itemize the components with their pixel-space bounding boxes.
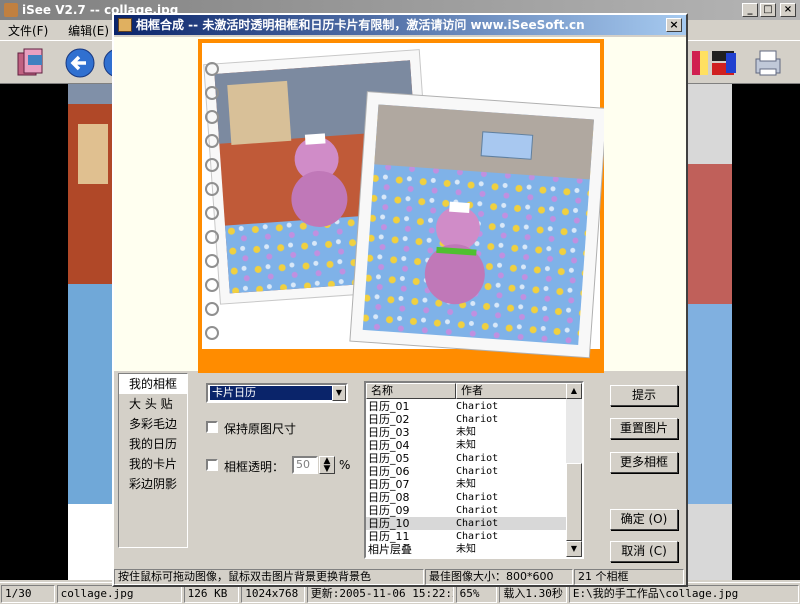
dialog-title: 相框合成 -- 未激活时透明相框和日历卡片有限制，激活请访问 www.iSeeS… (136, 18, 585, 32)
category-select-value: 卡片日历 (210, 386, 332, 400)
status-file: collage.jpg (56, 585, 182, 603)
frame-list[interactable]: 名称 作者 日历_01 Chariot 日历_02 Chariot 日历_03 未知 日历_… (364, 381, 584, 559)
frame-category-tabs: 我的相框 大 头 贴 多彩毛边 我的日历 我的卡片 彩边阴影 (118, 373, 188, 548)
opacity-checkbox[interactable] (206, 459, 218, 471)
status-path: E:\我的手工作品\collage.jpg (568, 585, 800, 603)
list-item-name: 日历_10 (368, 517, 410, 530)
status-updated: 更新:2005-11-06 15:22:24 (306, 585, 454, 603)
opacity-spinner[interactable]: ▲ ▼ (319, 456, 335, 474)
tab-my-cards[interactable]: 我的卡片 (119, 454, 187, 474)
list-item[interactable]: 日历_02 Chariot (366, 413, 568, 426)
dialog-icon (118, 18, 132, 32)
column-name[interactable]: 名称 (366, 383, 456, 399)
list-item-name: 日历_01 (368, 400, 410, 413)
list-item-author: Chariot (456, 518, 499, 529)
keep-size-checkbox[interactable] (206, 421, 218, 433)
scroll-down-icon[interactable]: ▼ (566, 541, 582, 557)
list-item-author: 未知 (456, 479, 476, 490)
tools-icon[interactable] (706, 45, 742, 81)
list-item-author: 未知 (456, 544, 476, 555)
ok-button[interactable]: 确定 (O) (610, 509, 678, 530)
frame-preview[interactable] (114, 37, 686, 373)
list-item-name: 日历_06 (368, 465, 410, 478)
keep-size-label: 保持原图尺寸 (224, 422, 297, 436)
list-item-author: Chariot (456, 492, 499, 503)
list-item[interactable]: 日历_11 Chariot (366, 530, 568, 543)
list-item[interactable]: 日历_07 未知 (366, 478, 568, 491)
list-item-author: 未知 (456, 440, 476, 451)
list-item-name: 相片层叠 (368, 543, 412, 556)
dialog-status-hint: 按住鼠标可拖动图像，鼠标双击图片背景更换背景色 (114, 569, 424, 585)
tab-color-edges[interactable]: 多彩毛边 (119, 414, 187, 434)
list-item-author: Chariot (456, 453, 499, 464)
cancel-button[interactable]: 取消 (C) (610, 541, 678, 562)
app-icon (4, 3, 18, 17)
list-item-author: Chariot (456, 505, 499, 516)
list-item-name: 日历_05 (368, 452, 410, 465)
collage-photo-left (68, 84, 116, 580)
dialog-title-bar[interactable]: 相框合成 -- 未激活时透明相框和日历卡片有限制，激活请访问 www.iSeeS… (114, 15, 686, 35)
list-item-author: Chariot (456, 531, 499, 542)
list-item[interactable]: 相片层叠 未知 (366, 543, 568, 556)
list-rows: 日历_01 Chariot 日历_02 Chariot 日历_03 未知 日历_04 未知 日历… (366, 400, 568, 556)
opacity-input[interactable]: 50 (292, 456, 318, 474)
scroll-thumb[interactable] (566, 463, 582, 541)
list-item-name: 日历_11 (368, 530, 410, 543)
reset-image-button[interactable]: 重置图片 (610, 418, 678, 439)
list-item-name: 日历_04 (368, 439, 410, 452)
close-button[interactable]: × (780, 3, 796, 17)
frame-compose-dialog: 相框合成 -- 未激活时透明相框和日历卡片有限制，激活请访问 www.iSeeS… (112, 13, 688, 587)
maximize-button[interactable]: □ (760, 3, 776, 17)
status-dimensions: 1024x768 (241, 585, 305, 603)
list-item-author: Chariot (456, 466, 499, 477)
open-folder-icon[interactable] (14, 45, 50, 81)
list-scrollbar[interactable]: ▲ ▼ (566, 383, 582, 557)
list-header: 名称 作者 (366, 383, 568, 399)
frame-preview-image[interactable] (198, 39, 604, 373)
scroll-up-icon[interactable]: ▲ (566, 383, 582, 399)
dialog-status-best-size: 最佳图像大小：800*600 (425, 569, 573, 585)
list-item[interactable]: 日历_05 Chariot (366, 452, 568, 465)
list-item[interactable]: 日历_03 未知 (366, 426, 568, 439)
status-zoom: 65% (455, 585, 498, 603)
dialog-close-button[interactable]: × (666, 18, 682, 32)
opacity-label: 相框透明： (224, 460, 285, 474)
list-item[interactable]: 日历_01 Chariot (366, 400, 568, 413)
hint-button[interactable]: 提示 (610, 385, 678, 406)
tab-photo-sticker[interactable]: 大 头 贴 (119, 394, 187, 414)
chevron-down-icon[interactable]: ▼ (332, 385, 346, 401)
tab-color-shadow[interactable]: 彩边阴影 (119, 474, 187, 494)
printer-icon[interactable] (750, 45, 786, 81)
dialog-status-bar: 按住鼠标可拖动图像，鼠标双击图片背景更换背景色 最佳图像大小：800*600 2… (114, 569, 686, 585)
list-item-name: 日历_02 (368, 413, 410, 426)
list-item-name: 日历_03 (368, 426, 410, 439)
list-item-author: Chariot (456, 401, 499, 412)
menu-file[interactable]: 文件(F) (0, 20, 56, 41)
list-item[interactable]: 日历_04 未知 (366, 439, 568, 452)
list-item-author: Chariot (456, 414, 499, 425)
list-item[interactable]: 日历_08 Chariot (366, 491, 568, 504)
list-item-name: 日历_07 (368, 478, 410, 491)
more-frames-button[interactable]: 更多相框 (610, 452, 678, 473)
list-item[interactable]: 日历_09 Chariot (366, 504, 568, 517)
opacity-unit: % (339, 458, 351, 472)
status-load-time: 载入1.30秒 (499, 585, 567, 603)
category-select[interactable]: 卡片日历 ▼ (206, 383, 348, 403)
dialog-status-count: 21 个相框 (574, 569, 684, 585)
list-item-author: 未知 (456, 427, 476, 438)
tab-my-calendar[interactable]: 我的日历 (119, 434, 187, 454)
photo-right (349, 91, 604, 359)
minimize-button[interactable]: _ (742, 3, 758, 17)
tab-my-frames[interactable]: 我的相框 (119, 374, 187, 394)
column-author[interactable]: 作者 (456, 383, 568, 399)
list-item[interactable]: 日历_10 Chariot (366, 517, 568, 530)
list-item[interactable]: 日历_06 Chariot (366, 465, 568, 478)
collage-photo-right (686, 84, 732, 580)
status-page: 1/30 (1, 585, 55, 603)
status-size: 126 KB (183, 585, 240, 603)
menu-edit[interactable]: 编辑(E) (60, 20, 117, 41)
list-item-name: 日历_08 (368, 491, 410, 504)
back-arrow-icon[interactable] (62, 45, 98, 81)
list-item-name: 日历_09 (368, 504, 410, 517)
